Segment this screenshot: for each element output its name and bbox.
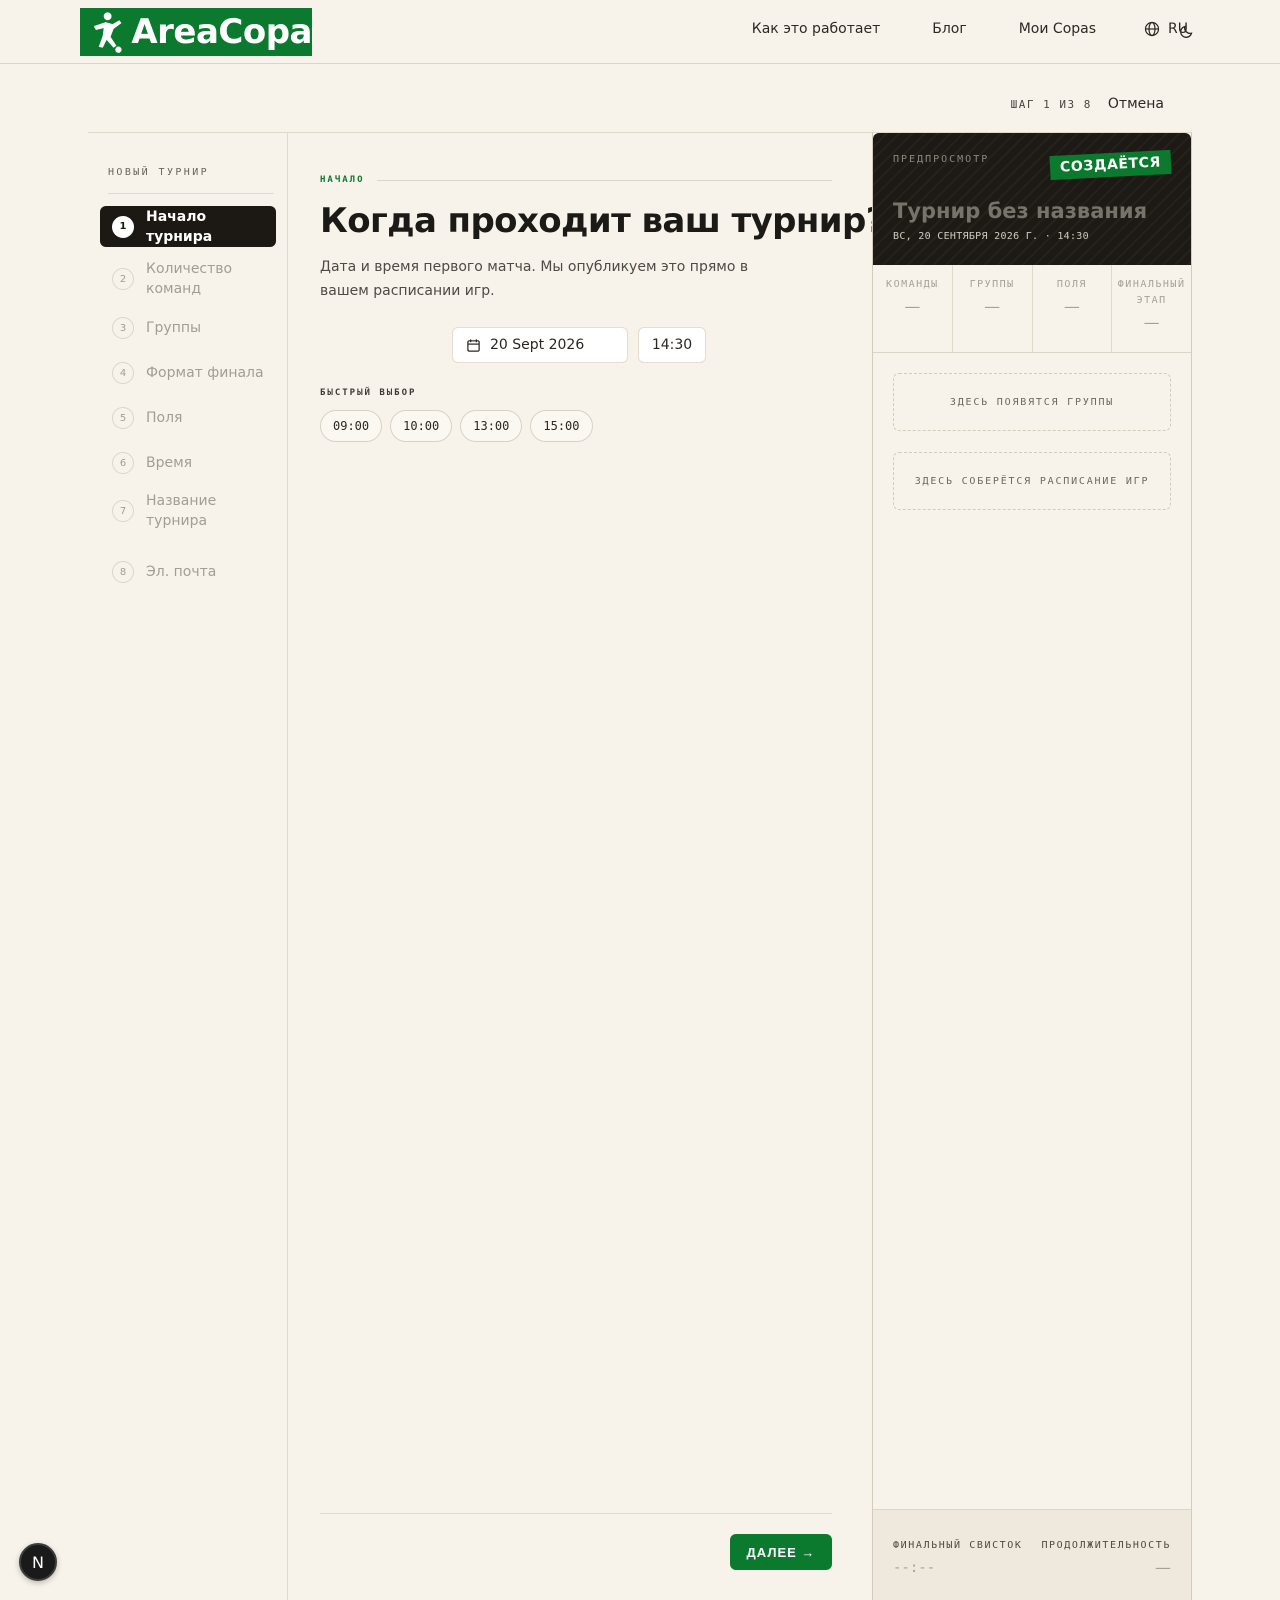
final-whistle-label: ФИНАЛЬНЫЙ СВИСТОК [893,1540,1023,1551]
step-number: 5 [112,407,134,429]
sidebar-step-6[interactable]: 6 Время [100,448,276,478]
preview-header: ПРЕДПРОСМОТР СОЗДАЁТСЯ Турнир без назван… [873,133,1191,265]
stat-value: — [904,297,921,316]
groups-placeholder: ЗДЕСЬ ПОЯВЯТСЯ ГРУППЫ [893,373,1171,431]
preview-tournament-title: Турнир без названия [893,199,1148,223]
time-value: 14:30 [651,337,693,353]
stat-fields: ПОЛЯ — [1033,265,1113,352]
step-label: Формат финала [146,365,264,381]
stat-label: КОМАНДЫ [886,279,939,290]
sidebar-title: НОВЫЙ ТУРНИР [108,167,210,178]
quick-pick-chips: 09:00 10:00 13:00 15:00 [320,410,601,442]
preview-label: ПРЕДПРОСМОТР [893,154,990,165]
preview-stats: КОМАНДЫ — ГРУППЫ — ПОЛЯ — ФИНАЛЬНЫЙ ЭТАП… [873,265,1191,353]
page-description: Дата и время первого матча. Мы опубликуе… [320,259,749,299]
step-label: Эл. почта [146,564,217,580]
sidebar-divider [108,193,274,194]
wizard-frame: НОВЫЙ ТУРНИР 1 Начало турнира 2 Количест… [88,132,1192,1600]
step-number: 4 [112,362,134,384]
step-content: НАЧАЛО Когда проходит ваш турнир? Дата и… [320,133,885,1600]
status-badge: СОЗДАЁТСЯ [1049,149,1172,181]
brand-logo[interactable]: AreaCopa [80,8,312,56]
calendar-icon [467,338,480,352]
section-eyebrow: НАЧАЛО [320,175,832,185]
content-footer-divider [320,1513,832,1514]
stat-label: ГРУППЫ [969,279,1015,290]
main-nav: Как это работает Блог Мои Copas RU [700,21,1188,37]
time-input[interactable]: 14:30 [638,327,706,363]
step-number: 7 [112,500,134,522]
football-player-icon [93,12,122,53]
nextjs-devtools-button[interactable]: N [19,1543,57,1581]
step-label: Время [146,455,193,471]
step-number: 1 [112,215,134,238]
stat-label: ФИНАЛЬНЫЙ ЭТАП [1117,279,1186,306]
steps-sidebar: НОВЫЙ ТУРНИР 1 Начало турнира 2 Количест… [88,133,288,1600]
stat-final-stage: ФИНАЛЬНЫЙ ЭТАП — [1112,265,1191,352]
sidebar-step-3[interactable]: 3 Группы [100,313,276,343]
step-counter: ШАГ 1 ИЗ 8 [1010,97,1092,111]
stat-value: — [1063,297,1080,316]
sidebar-step-8[interactable]: 8 Эл. почта [100,557,276,587]
next-button[interactable]: ДАЛЕЕ → [730,1534,832,1570]
date-value: 20 Sept 2026 [490,337,585,353]
globe-icon [1144,21,1160,37]
duration-value: — [1155,1558,1171,1577]
date-picker-input[interactable]: 20 Sept 2026 [452,327,628,363]
nav-my-copas[interactable]: Мои Copas [1019,21,1096,37]
preview-footer: ФИНАЛЬНЫЙ СВИСТОК ПРОДОЛЖИТЕЛЬНОСТЬ --:-… [873,1509,1191,1600]
nav-blog[interactable]: Блог [932,21,966,37]
step-label: Начало турнира [146,208,213,245]
step-number: 6 [112,452,134,474]
sidebar-step-4[interactable]: 4 Формат финала [100,358,276,388]
stat-groups: ГРУППЫ — [953,265,1033,352]
brand-name: AreaCopa [131,12,312,52]
stat-teams: КОМАНДЫ — [873,265,953,352]
stat-value: — [1143,313,1160,332]
step-label: Количество команд [146,261,233,297]
quick-pick-chip[interactable]: 13:00 [460,410,523,442]
cancel-link[interactable]: Отмена [1108,96,1164,112]
sidebar-step-2[interactable]: 2 Количество команд [100,259,276,299]
step-label: Группы [146,320,202,336]
sidebar-step-7[interactable]: 7 Название турнира [100,491,276,531]
step-number: 2 [112,268,134,290]
step-number: 8 [112,561,134,583]
sidebar-step-1[interactable]: 1 Начало турнира [100,206,276,247]
quick-pick-label: БЫСТРЫЙ ВЫБОР [320,388,417,398]
moon-icon[interactable] [1179,23,1195,39]
step-label: Название турнира [146,493,217,529]
step-label: Поля [146,410,183,426]
final-whistle-value: --:-- [893,1560,936,1576]
wizard-stepbar: ШАГ 1 ИЗ 8 Отмена [1011,96,1164,112]
page-title: Когда проходит ваш турнир? [320,201,885,241]
quick-pick-chip[interactable]: 15:00 [530,410,593,442]
preview-date-time: ВС, 20 СЕНТЯБРЯ 2026 Г. · 14:30 [893,231,1089,242]
quick-pick-chip[interactable]: 09:00 [320,410,383,442]
stat-label: ПОЛЯ [1056,279,1087,290]
schedule-placeholder: ЗДЕСЬ СОБЕРЁТСЯ РАСПИСАНИЕ ИГР [893,452,1171,510]
quick-pick-chip[interactable]: 10:00 [390,410,453,442]
eyebrow-divider [376,179,832,181]
top-navigation-bar: AreaCopa Как это работает Блог Мои Copas… [0,0,1280,64]
sidebar-step-5[interactable]: 5 Поля [100,403,276,433]
nav-how-it-works[interactable]: Как это работает [752,21,880,37]
stat-value: — [984,297,1001,316]
tournament-preview-panel: ПРЕДПРОСМОТР СОЗДАЁТСЯ Турнир без назван… [872,133,1192,1600]
duration-label: ПРОДОЛЖИТЕЛЬНОСТЬ [1041,1540,1171,1551]
step-number: 3 [112,317,134,339]
eyebrow-label: НАЧАЛО [320,175,365,185]
